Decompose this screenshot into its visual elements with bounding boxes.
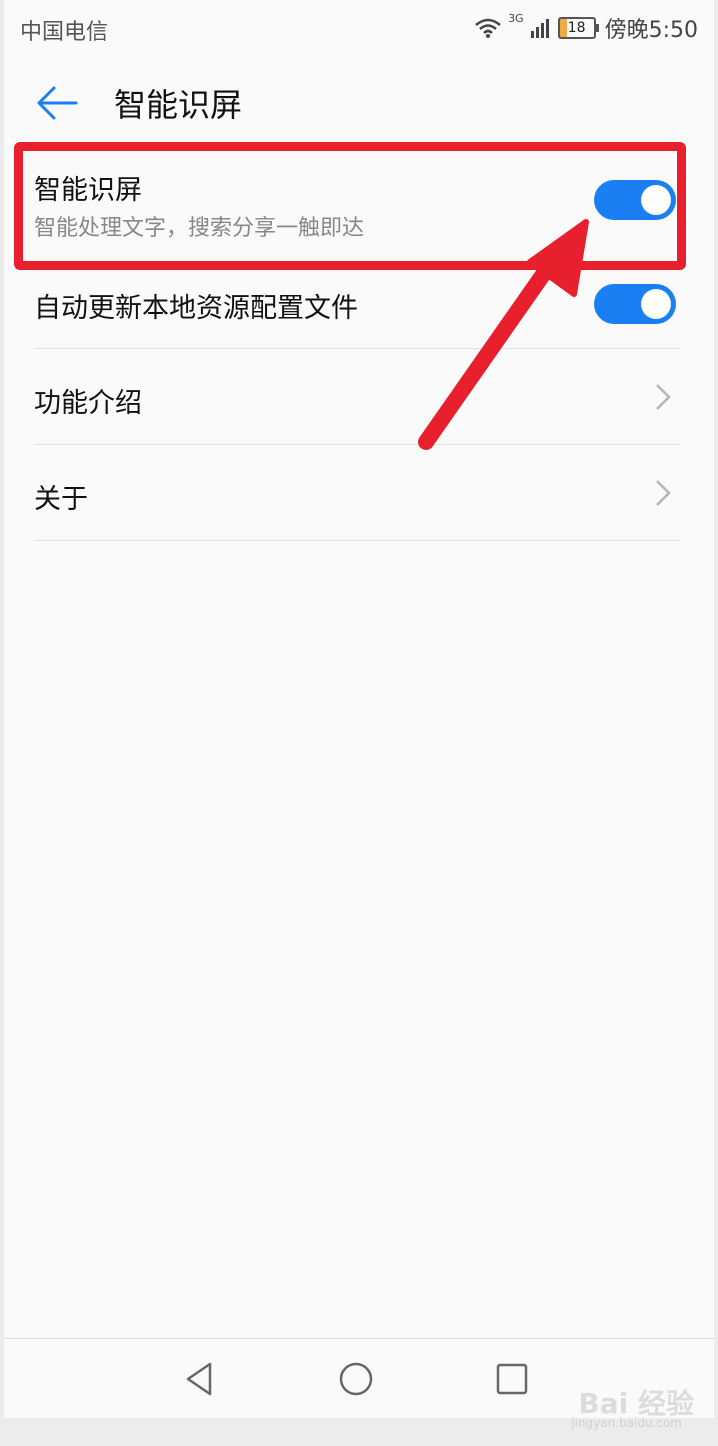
status-icons: 3G 18 傍晚5:50 [474,12,698,44]
setting-auto-update[interactable]: 自动更新本地资源配置文件 [34,260,680,349]
chevron-right-icon [656,384,671,410]
arrow-left-icon[interactable] [32,78,82,128]
setting-title: 自动更新本地资源配置文件 [34,293,358,324]
auto-update-toggle[interactable] [594,284,676,324]
battery-level: 18 [557,17,596,39]
signal-icon [530,19,549,38]
status-time: 傍晚5:50 [604,18,698,43]
triangle-back-icon[interactable] [180,1359,220,1399]
watermark-url: jingyan.baidu.com [571,1416,682,1430]
setting-title: 功能介绍 [34,388,142,419]
highlight-box [14,142,686,270]
network-type-label: 3G [508,12,524,25]
circle-home-icon[interactable] [336,1359,376,1399]
setting-title: 关于 [34,484,88,515]
setting-feature-intro[interactable]: 功能介绍 [34,349,680,445]
page-title: 智能识屏 [114,86,243,124]
setting-about[interactable]: 关于 [34,445,680,541]
battery-icon: 18 [557,17,599,39]
square-recents-icon[interactable] [492,1359,532,1399]
app-bar: 智能识屏 [4,58,714,148]
carrier-label: 中国电信 [20,20,109,45]
wifi-icon [475,18,501,38]
status-bar: 中国电信 3G 18 傍晚5:50 [4,0,714,58]
chevron-right-icon [656,480,671,506]
